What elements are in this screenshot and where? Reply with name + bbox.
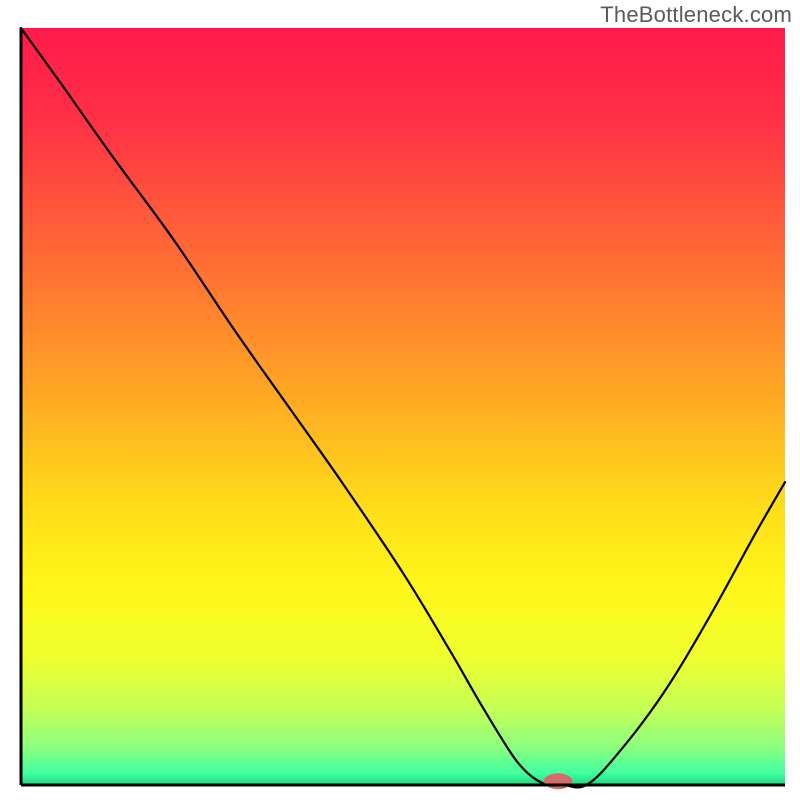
plot-area: [21, 28, 785, 789]
bottleneck-chart: [0, 0, 800, 800]
chart-container: TheBottleneck.com: [0, 0, 800, 800]
gradient-background: [21, 28, 785, 785]
marker-selected-point: [544, 773, 572, 789]
watermark-text: TheBottleneck.com: [600, 2, 792, 28]
